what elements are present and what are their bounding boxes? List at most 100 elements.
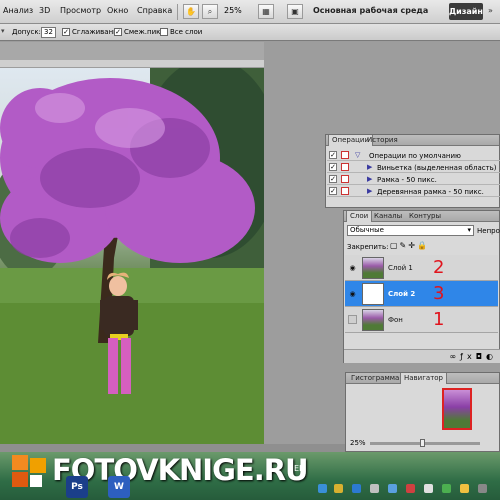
- menu-separator: [177, 4, 178, 20]
- anti-alias-checkbox[interactable]: ✓: [62, 28, 70, 36]
- all-layers-checkbox[interactable]: [160, 28, 168, 36]
- layer-row[interactable]: ◉ Слой 1 2: [345, 255, 498, 281]
- menu-analysis[interactable]: Анализ: [3, 6, 33, 15]
- action-label: Рамка - 50 пикс.: [377, 176, 437, 184]
- photo-illustration: [0, 68, 264, 444]
- tolerance-label: Допуск:: [12, 28, 41, 36]
- tray-network-icon[interactable]: [318, 484, 327, 493]
- overflow-chevron-icon[interactable]: »: [488, 6, 493, 15]
- action-row[interactable]: ✓ ▽ Операции по умолчанию: [327, 150, 500, 161]
- actions-panel: Операции История ✓ ▽ Операции по умолчан…: [325, 134, 500, 208]
- logo-square-orange: [12, 455, 28, 470]
- tool-preset-icon[interactable]: ▾: [1, 27, 9, 37]
- navigator-preview[interactable]: [442, 388, 472, 430]
- action-dialog-toggle[interactable]: [341, 187, 349, 195]
- language-indicator[interactable]: EN: [294, 464, 305, 473]
- actions-panel-tabs: Операции История: [326, 135, 499, 146]
- action-toggle-checkbox[interactable]: ✓: [329, 151, 337, 159]
- design-workspace-button[interactable]: Дизайн: [449, 3, 483, 20]
- action-toggle-checkbox[interactable]: ✓: [329, 163, 337, 171]
- photoshop-task-icon[interactable]: Ps: [66, 476, 88, 498]
- visibility-toggle-off[interactable]: [348, 315, 357, 324]
- link-layers-icon[interactable]: ∞: [449, 352, 460, 361]
- layer-name: Слой 1: [388, 264, 413, 272]
- logo-square-white: [30, 475, 42, 487]
- mask-icon[interactable]: ◘: [476, 352, 486, 361]
- navigator-panel: Гистограмма Навигатор 25%: [345, 372, 500, 452]
- navigator-panel-tabs: Гистограмма Навигатор: [346, 373, 499, 384]
- tab-history[interactable]: История: [364, 135, 401, 146]
- layers-panel-tabs: Слои Каналы Контуры: [344, 211, 499, 222]
- menu-3d[interactable]: 3D: [39, 6, 50, 15]
- blend-mode-select[interactable]: Обычные ▾: [347, 225, 474, 236]
- navigator-zoom-slider[interactable]: [370, 439, 480, 447]
- action-toggle-checkbox[interactable]: ✓: [329, 175, 337, 183]
- layer-name: Фон: [388, 316, 403, 324]
- menu-view[interactable]: Просмотр: [60, 6, 101, 15]
- annotation-number: 1: [433, 309, 445, 330]
- ruler: [0, 60, 264, 67]
- chevron-down-icon: ▾: [467, 226, 471, 234]
- menu-help[interactable]: Справка: [137, 6, 172, 15]
- action-dialog-toggle[interactable]: [341, 163, 349, 171]
- document-photo[interactable]: [0, 68, 264, 444]
- action-toggle-checkbox[interactable]: ✓: [329, 187, 337, 195]
- tray-clock-icon[interactable]: [478, 484, 487, 493]
- navigator-zoom[interactable]: 25%: [350, 439, 366, 447]
- tray-app-icon[interactable]: [442, 484, 451, 493]
- action-row[interactable]: ✓ ▶ Виньетка (выделенная область): [327, 162, 500, 173]
- tray-battery-icon[interactable]: [424, 484, 433, 493]
- expand-triangle-icon[interactable]: ▶: [367, 175, 372, 183]
- tray-shield-icon[interactable]: [352, 484, 361, 493]
- tray-chat-icon[interactable]: [460, 484, 469, 493]
- action-dialog-toggle[interactable]: [341, 175, 349, 183]
- menu-window[interactable]: Окно: [107, 6, 128, 15]
- tab-channels[interactable]: Каналы: [371, 211, 405, 222]
- tab-layers[interactable]: Слои: [346, 211, 373, 222]
- all-layers-label: Все слои: [170, 28, 203, 36]
- expand-triangle-icon[interactable]: ▶: [367, 163, 372, 171]
- logo-square-yellow: [30, 458, 46, 473]
- layer-thumbnail: [362, 283, 384, 305]
- slider-handle[interactable]: [420, 439, 425, 447]
- lock-label: Закрепить:: [347, 243, 389, 251]
- arrange-documents-icon[interactable]: ▣: [287, 4, 303, 19]
- workspace-label[interactable]: Основная рабочая среда: [313, 6, 428, 15]
- fx-icon[interactable]: ƒx: [460, 352, 476, 361]
- tray-display-icon[interactable]: [388, 484, 397, 493]
- expand-triangle-icon[interactable]: ▶: [367, 187, 372, 195]
- logo-square-red: [12, 472, 28, 487]
- zoom-level[interactable]: 25%: [224, 6, 242, 15]
- adjustment-icon[interactable]: ◐: [486, 352, 497, 361]
- layer-thumbnail: [362, 309, 384, 331]
- layers-footer-toolbar[interactable]: ∞ƒx◘◐: [344, 349, 500, 363]
- action-label: Деревянная рамка - 50 пикс.: [377, 188, 484, 196]
- action-row[interactable]: ✓ ▶ Деревянная рамка - 50 пикс.: [327, 186, 500, 197]
- menu-bar: Анализ 3D Просмотр Окно Справка ✋ ⌕ 25% …: [0, 0, 500, 24]
- layer-row-selected[interactable]: ◉ Слой 2 3: [345, 281, 498, 307]
- options-bar: ▾ Допуск: 32 ✓ Сглаживание ✓ Смеж.пикс В…: [0, 24, 500, 41]
- action-row[interactable]: ✓ ▶ Рамка - 50 пикс.: [327, 174, 500, 185]
- hand-tool-icon[interactable]: ✋: [183, 4, 199, 19]
- action-dialog-toggle[interactable]: [341, 151, 349, 159]
- collapse-triangle-icon[interactable]: ▽: [355, 151, 360, 159]
- visibility-eye-icon[interactable]: ◉: [348, 290, 357, 298]
- tray-volume-icon[interactable]: [370, 484, 379, 493]
- annotation-number: 3: [433, 283, 445, 304]
- layer-row[interactable]: Фон 1: [345, 307, 498, 333]
- lock-icons[interactable]: ▢✎✛🔒: [390, 241, 429, 250]
- visibility-eye-icon[interactable]: ◉: [348, 264, 357, 272]
- contiguous-checkbox[interactable]: ✓: [114, 28, 122, 36]
- action-label: Операции по умолчанию: [369, 152, 461, 160]
- canvas-status-bar: [0, 444, 345, 452]
- word-task-icon[interactable]: W: [108, 476, 130, 498]
- tolerance-input[interactable]: 32: [41, 27, 56, 38]
- tray-alert-icon[interactable]: [406, 484, 415, 493]
- tab-navigator[interactable]: Навигатор: [400, 373, 447, 384]
- tab-paths[interactable]: Контуры: [406, 211, 444, 222]
- zoom-tool-icon[interactable]: ⌕: [202, 4, 218, 19]
- grid-view-icon[interactable]: ▦: [258, 4, 274, 19]
- tray-folder-icon[interactable]: [334, 484, 343, 493]
- tab-histogram[interactable]: Гистограмма: [348, 373, 402, 384]
- contiguous-label: Смеж.пикс: [124, 28, 165, 36]
